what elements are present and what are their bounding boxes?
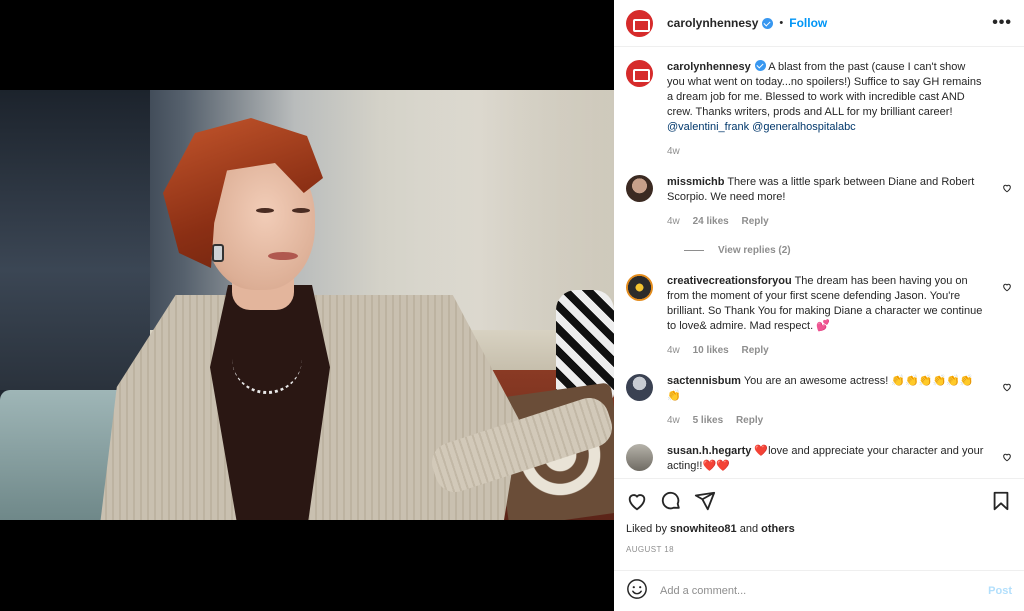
view-replies-button[interactable]: View replies (2) bbox=[684, 245, 1012, 256]
comment-username[interactable]: sactennisbum bbox=[667, 375, 741, 387]
commenter-avatar[interactable] bbox=[626, 374, 653, 401]
verified-badge-icon bbox=[762, 17, 774, 29]
follow-button[interactable]: Follow bbox=[789, 16, 827, 30]
post-header: carolynhennesy • Follow ••• bbox=[614, 0, 1024, 47]
save-bookmark-icon[interactable] bbox=[990, 490, 1012, 517]
reply-button[interactable]: Reply bbox=[742, 216, 769, 227]
caption-avatar[interactable] bbox=[626, 60, 653, 87]
author-username[interactable]: carolynhennesy bbox=[667, 16, 758, 30]
photo-earring bbox=[212, 244, 224, 262]
like-comment-heart-icon[interactable] bbox=[1002, 282, 1012, 292]
comment-time[interactable]: 4w bbox=[667, 216, 680, 227]
separator-dot: • bbox=[779, 17, 784, 29]
comment-item: missmichb There was a little spark betwe… bbox=[626, 175, 1012, 229]
commenter-avatar[interactable] bbox=[626, 274, 653, 301]
comment-username[interactable]: susan.h.hegarty bbox=[667, 445, 751, 457]
liked-by-user[interactable]: snowhiteo81 bbox=[670, 523, 737, 535]
verified-badge-icon bbox=[754, 60, 766, 71]
share-paper-plane-icon[interactable] bbox=[694, 490, 716, 517]
mention-link[interactable]: @valentini_frank bbox=[667, 121, 749, 133]
more-options-icon[interactable]: ••• bbox=[992, 14, 1012, 32]
liked-by: Liked by snowhiteo81 and others bbox=[626, 523, 795, 535]
comment-likes[interactable]: 5 likes bbox=[693, 415, 724, 426]
post-media bbox=[0, 0, 614, 611]
like-comment-heart-icon[interactable] bbox=[1002, 183, 1012, 193]
author-avatar[interactable] bbox=[626, 9, 653, 37]
comment-input[interactable] bbox=[660, 585, 989, 597]
comment-time[interactable]: 4w bbox=[667, 415, 680, 426]
post-comment-button[interactable]: Post bbox=[988, 585, 1012, 597]
post-date[interactable]: AUGUST 18 bbox=[626, 545, 1012, 554]
commenter-avatar[interactable] bbox=[626, 444, 653, 471]
post-actions: Liked by snowhiteo81 and others AUGUST 1… bbox=[614, 478, 1024, 570]
like-heart-icon[interactable] bbox=[626, 490, 648, 517]
mention-link[interactable]: @generalhospitalabc bbox=[752, 121, 856, 133]
emoji-icon[interactable] bbox=[626, 578, 648, 605]
reply-button[interactable]: Reply bbox=[736, 415, 763, 426]
comment-time[interactable]: 4w bbox=[667, 345, 680, 356]
liked-by-others[interactable]: others bbox=[761, 523, 795, 535]
comment-item: creativecreationsforyou The dream has be… bbox=[626, 274, 1012, 358]
add-comment-bar: Post bbox=[614, 570, 1024, 611]
comment-likes[interactable]: 24 likes bbox=[693, 216, 729, 227]
instagram-post: carolynhennesy • Follow ••• carolynhenne… bbox=[0, 0, 1024, 611]
photo-window bbox=[0, 90, 150, 390]
like-comment-heart-icon[interactable] bbox=[1002, 452, 1012, 462]
comment-item: sactennisbum You are an awesome actress!… bbox=[626, 374, 1012, 428]
caption-time[interactable]: 4w bbox=[667, 146, 680, 157]
caption-username[interactable]: carolynhennesy bbox=[667, 61, 751, 73]
post-panel: carolynhennesy • Follow ••• carolynhenne… bbox=[614, 0, 1024, 611]
reply-button[interactable]: Reply bbox=[742, 345, 769, 356]
comment-item: susan.h.hegarty ❤️love and appreciate yo… bbox=[626, 444, 1012, 474]
comment-likes[interactable]: 10 likes bbox=[693, 345, 729, 356]
comments-list[interactable]: carolynhennesy A blast from the past (ca… bbox=[614, 48, 1024, 478]
comment-username[interactable]: missmichb bbox=[667, 176, 724, 188]
post-photo[interactable] bbox=[0, 90, 614, 520]
comment-username[interactable]: creativecreationsforyou bbox=[667, 275, 792, 287]
commenter-avatar[interactable] bbox=[626, 175, 653, 202]
comment-bubble-icon[interactable] bbox=[660, 490, 682, 517]
like-comment-heart-icon[interactable] bbox=[1002, 382, 1012, 392]
caption: carolynhennesy A blast from the past (ca… bbox=[626, 60, 1012, 159]
